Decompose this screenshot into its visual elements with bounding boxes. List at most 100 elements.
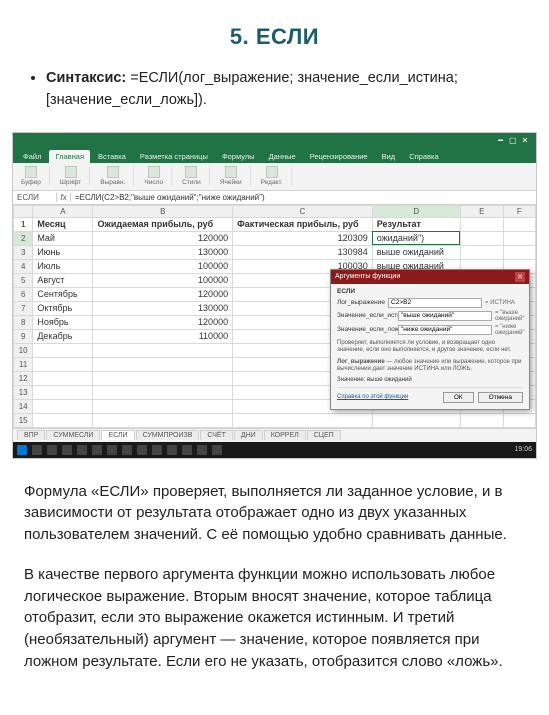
cell[interactable] [93, 399, 233, 413]
row-header[interactable]: 8 [14, 315, 33, 329]
row-header[interactable]: 11 [14, 357, 33, 371]
row-header[interactable]: 1 [14, 217, 33, 231]
cell[interactable] [503, 217, 535, 231]
row-header[interactable]: 9 [14, 329, 33, 343]
taskbar-icon[interactable] [62, 445, 72, 455]
dialog-close-icon[interactable]: ✕ [515, 272, 525, 282]
cell[interactable]: Июнь [33, 245, 93, 259]
cell[interactable] [93, 413, 233, 427]
row-header[interactable]: 6 [14, 287, 33, 301]
cell[interactable] [93, 371, 233, 385]
cell[interactable]: 130984 [233, 245, 373, 259]
cell[interactable] [33, 413, 93, 427]
column-header[interactable]: E [460, 205, 503, 217]
cell[interactable]: Результат [372, 217, 460, 231]
ribbon-tab[interactable]: Вид [376, 150, 402, 163]
cell[interactable] [93, 385, 233, 399]
row-header[interactable]: 12 [14, 371, 33, 385]
cell[interactable] [33, 385, 93, 399]
column-header[interactable]: B [93, 205, 233, 217]
taskbar-icon[interactable] [167, 445, 177, 455]
sheet-tab[interactable]: ВПР [17, 430, 45, 440]
cell[interactable] [460, 231, 503, 245]
cell[interactable] [93, 357, 233, 371]
close-icon[interactable]: ✕ [520, 136, 530, 145]
formula-input[interactable]: =ЕСЛИ(C2>B2;"выше ожиданий";"ниже ожидан… [71, 193, 536, 202]
dialog-arg-input[interactable] [398, 325, 492, 335]
cell[interactable]: Октябрь [33, 301, 93, 315]
align-icon[interactable] [107, 166, 119, 178]
dialog-ok-button[interactable]: ОК [443, 392, 474, 403]
taskbar-icon[interactable] [92, 445, 102, 455]
taskbar-icon[interactable] [152, 445, 162, 455]
sheet-tab[interactable]: СЦЕП [307, 430, 341, 440]
ribbon-tab[interactable]: Формулы [216, 150, 261, 163]
dialog-titlebar[interactable]: Аргументы функции ✕ [331, 270, 529, 284]
cell[interactable]: 120000 [93, 315, 233, 329]
row-header[interactable]: 7 [14, 301, 33, 315]
taskbar-icon[interactable] [107, 445, 117, 455]
cell[interactable]: Май [33, 231, 93, 245]
taskbar-icon[interactable] [122, 445, 132, 455]
ribbon-tab[interactable]: Справка [403, 150, 444, 163]
ribbon-tab[interactable]: Файл [17, 150, 47, 163]
column-header[interactable]: F [503, 205, 535, 217]
minimize-icon[interactable]: ━ [496, 136, 506, 145]
ribbon-tab[interactable]: Вставка [92, 150, 132, 163]
cell[interactable] [33, 343, 93, 357]
ribbon-tab[interactable]: Данные [263, 150, 302, 163]
dialog-arg-input[interactable] [388, 298, 482, 308]
cell[interactable]: 100000 [93, 273, 233, 287]
row-header[interactable]: 10 [14, 343, 33, 357]
styles-icon[interactable] [185, 166, 197, 178]
taskbar-icon[interactable] [182, 445, 192, 455]
sheet-tab[interactable]: ДНИ [234, 430, 263, 440]
cell[interactable] [503, 231, 535, 245]
row-header[interactable]: 4 [14, 259, 33, 273]
cell[interactable] [233, 413, 373, 427]
row-header[interactable]: 15 [14, 413, 33, 427]
cell[interactable]: Месяц [33, 217, 93, 231]
cell[interactable]: Ожидаемая прибыль, руб [93, 217, 233, 231]
row-header[interactable]: 3 [14, 245, 33, 259]
cell[interactable]: 130000 [93, 301, 233, 315]
taskbar-icon[interactable] [47, 445, 57, 455]
taskbar-icon[interactable] [77, 445, 87, 455]
font-icon[interactable] [65, 166, 77, 178]
ribbon-tab[interactable]: Разметка страницы [134, 150, 214, 163]
sheet-tab[interactable]: СУММПРОИЗВ [136, 430, 200, 440]
cell[interactable] [33, 357, 93, 371]
row-header[interactable]: 2 [14, 231, 33, 245]
paste-icon[interactable] [25, 166, 37, 178]
cell[interactable]: 120000 [93, 287, 233, 301]
cell[interactable] [33, 371, 93, 385]
name-box[interactable]: ЕСЛИ [13, 193, 57, 202]
cell[interactable]: ожиданий") [372, 231, 460, 245]
cell[interactable]: 120000 [93, 231, 233, 245]
start-icon[interactable] [17, 445, 27, 455]
cell[interactable] [503, 245, 535, 259]
row-header[interactable]: 5 [14, 273, 33, 287]
cell[interactable] [460, 413, 503, 427]
cell[interactable] [33, 399, 93, 413]
cell[interactable] [503, 413, 535, 427]
dialog-arg-input[interactable] [398, 311, 492, 321]
sheet-tab[interactable]: СУММЕСЛИ [46, 430, 100, 440]
cell[interactable] [372, 413, 460, 427]
column-header[interactable]: A [33, 205, 93, 217]
cell[interactable]: Фактическая прибыль, руб [233, 217, 373, 231]
sheet-tab[interactable]: КОРРЕЛ [264, 430, 306, 440]
taskbar-icon[interactable] [32, 445, 42, 455]
function-arguments-dialog[interactable]: Аргументы функции ✕ ЕСЛИ Лог_выражение= … [330, 269, 530, 410]
taskbar-icon[interactable] [137, 445, 147, 455]
cell[interactable]: Декабрь [33, 329, 93, 343]
row-header[interactable]: 14 [14, 399, 33, 413]
row-header[interactable]: 13 [14, 385, 33, 399]
cell[interactable]: 100000 [93, 259, 233, 273]
number-icon[interactable] [148, 166, 160, 178]
cell[interactable]: Сентябрь [33, 287, 93, 301]
cell[interactable] [460, 217, 503, 231]
cell[interactable] [93, 343, 233, 357]
fx-icon[interactable]: fx [57, 193, 71, 202]
taskbar-icon[interactable] [197, 445, 207, 455]
